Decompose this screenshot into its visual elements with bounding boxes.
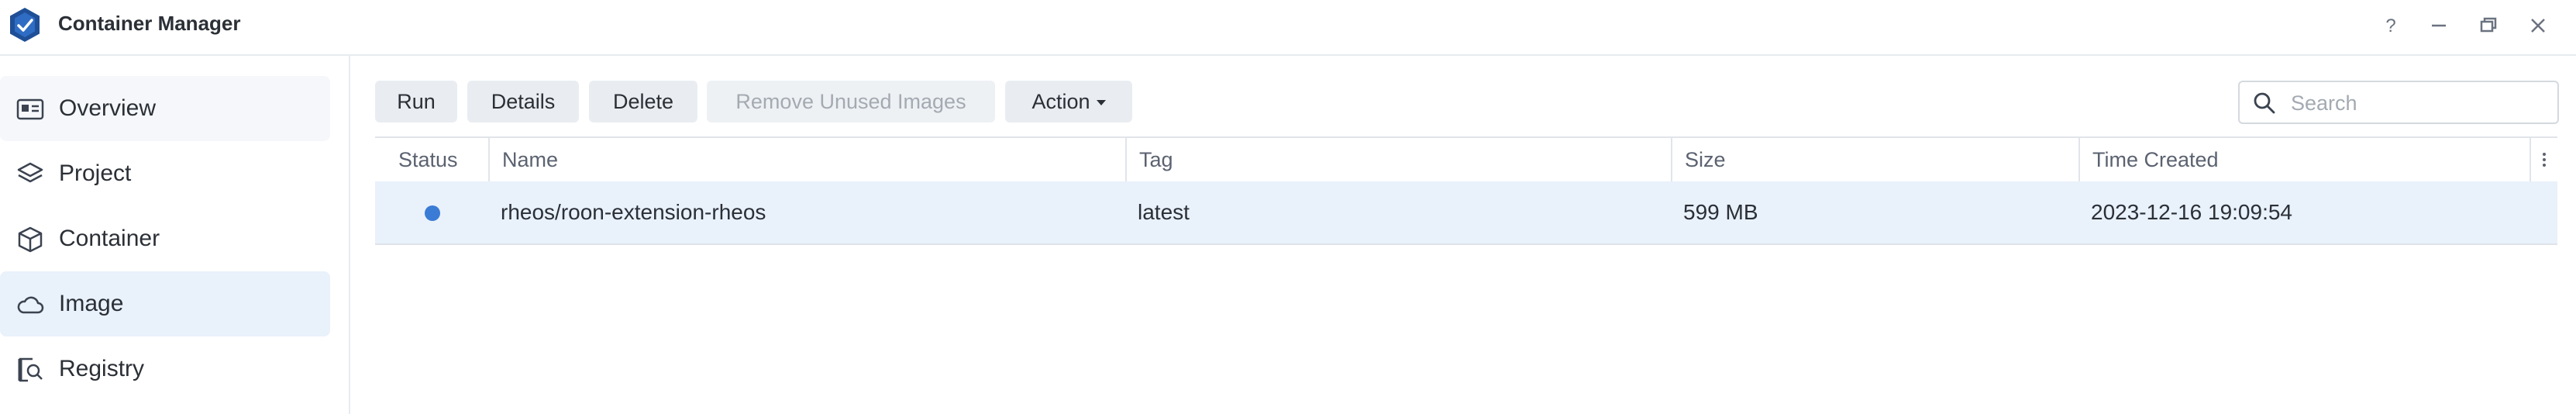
sidebar-item-label: Container	[59, 226, 160, 251]
search-input[interactable]	[2289, 88, 2548, 118]
container-manager-logo-icon	[8, 6, 42, 43]
minimize-icon[interactable]	[2426, 12, 2452, 39]
sidebar-item-project[interactable]: Project	[0, 141, 330, 206]
sidebar: Overview Project Container Image Registr…	[0, 56, 350, 414]
sidebar-item-label: Registry	[59, 356, 145, 381]
run-button[interactable]: Run	[375, 81, 457, 122]
table-header: Status Name Tag Size Time Created	[375, 136, 2557, 183]
column-header-status[interactable]: Status	[375, 138, 488, 181]
column-header-size[interactable]: Size	[1671, 138, 2078, 181]
caret-down-icon	[1096, 100, 1106, 106]
overview-card-icon	[15, 95, 45, 124]
image-size-cell: 599 MB	[1683, 200, 1758, 224]
help-icon[interactable]: ?	[2378, 12, 2404, 39]
column-header-time-created[interactable]: Time Created	[2078, 138, 2530, 181]
title-bar: Container Manager ?	[0, 0, 2576, 56]
column-header-tag[interactable]: Tag	[1125, 138, 1671, 181]
sidebar-item-label: Project	[59, 160, 132, 186]
status-running-dot-icon	[425, 205, 440, 221]
delete-button[interactable]: Delete	[589, 81, 697, 122]
column-options-icon[interactable]	[2530, 138, 2557, 181]
layers-icon	[15, 160, 45, 189]
sidebar-item-registry[interactable]: Registry	[0, 336, 330, 402]
details-button[interactable]: Details	[467, 81, 579, 122]
search-box[interactable]	[2238, 81, 2559, 124]
cloud-icon	[15, 290, 45, 319]
action-dropdown-button[interactable]: Action	[1005, 81, 1132, 122]
sidebar-item-overview[interactable]: Overview	[0, 76, 330, 141]
status-cell	[375, 181, 488, 243]
image-tag-cell: latest	[1138, 200, 1190, 224]
sidebar-item-label: Overview	[59, 95, 157, 121]
restore-icon[interactable]	[2475, 12, 2502, 39]
app-title: Container Manager	[58, 12, 241, 35]
close-icon[interactable]	[2525, 12, 2551, 39]
cube-icon	[15, 225, 45, 254]
images-table: Status Name Tag Size Time Created rheos/…	[375, 136, 2557, 245]
search-icon	[2254, 92, 2275, 114]
remove-unused-images-button[interactable]: Remove Unused Images	[707, 81, 995, 122]
image-name-cell: rheos/roon-extension-rheos	[501, 200, 766, 224]
image-time-created-cell: 2023-12-16 19:09:54	[2091, 200, 2292, 224]
action-button-label: Action	[1031, 90, 1090, 113]
sidebar-item-container[interactable]: Container	[0, 206, 330, 271]
sidebar-item-label: Image	[59, 291, 124, 316]
svg-text:?: ?	[2385, 16, 2395, 36]
sidebar-item-image[interactable]: Image	[0, 271, 330, 336]
column-header-name[interactable]: Name	[488, 138, 1125, 181]
registry-search-icon	[15, 355, 45, 385]
table-row[interactable]: rheos/roon-extension-rheos latest 599 MB…	[375, 181, 2557, 245]
